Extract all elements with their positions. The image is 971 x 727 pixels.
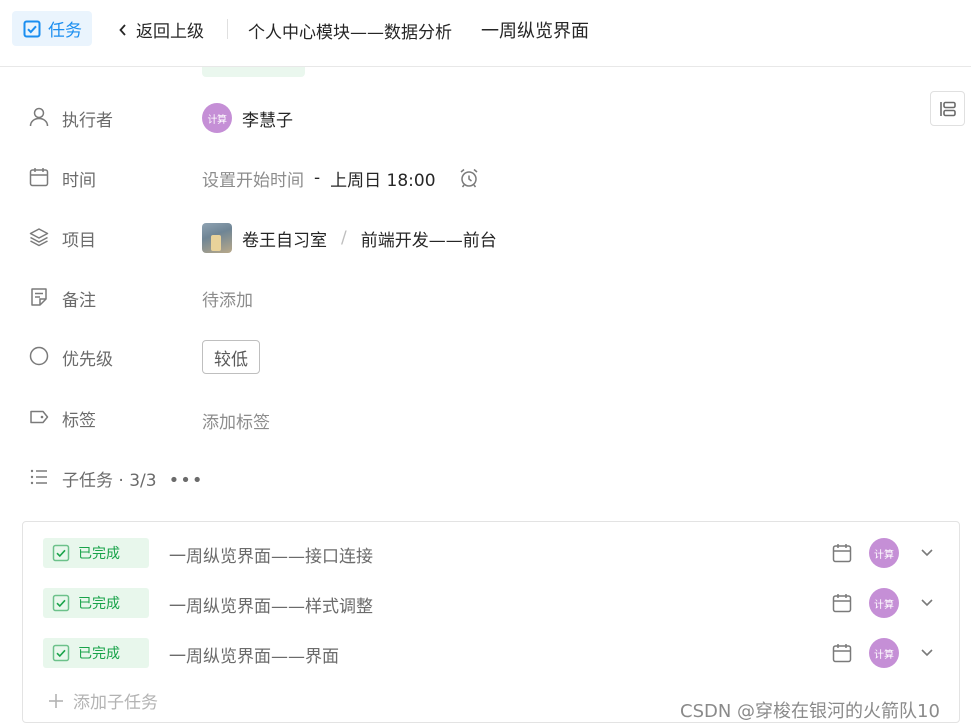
scrolled-status-badge xyxy=(202,67,305,77)
layers-icon xyxy=(28,226,50,248)
calendar-icon[interactable] xyxy=(831,642,853,668)
note-label: 备注 xyxy=(62,291,96,311)
project-value[interactable]: 卷王自习室 / 前端开发——前台 xyxy=(202,218,497,258)
priority-value: 较低 xyxy=(202,337,260,377)
alarm-clock-icon[interactable] xyxy=(458,167,480,189)
tag-icon xyxy=(28,406,50,428)
avatar[interactable]: 计算 xyxy=(869,538,899,568)
time-label: 时间 xyxy=(62,171,96,191)
subtask-title[interactable]: 一周纵览界面——样式调整 xyxy=(169,592,373,617)
note-icon xyxy=(28,286,50,308)
project-row: 项目 卷王自习室 / 前端开发——前台 xyxy=(0,218,920,258)
layout-toggle-button[interactable] xyxy=(930,91,965,126)
priority-circle-icon xyxy=(28,345,50,367)
time-value: 设置开始时间 - 上周日 18:00 xyxy=(202,158,480,198)
panel-layout-icon xyxy=(939,101,956,116)
assignee-label: 执行者 xyxy=(62,111,113,131)
chevron-down-icon[interactable] xyxy=(919,594,935,614)
check-square-icon xyxy=(52,544,70,562)
avatar: 计算 xyxy=(202,103,232,133)
status-label: 已完成 xyxy=(78,596,120,612)
tags-label: 标签 xyxy=(62,411,96,431)
status-badge[interactable]: 已完成 xyxy=(43,638,149,668)
calendar-icon[interactable] xyxy=(831,592,853,618)
check-square-icon xyxy=(52,594,70,612)
subtask-list: 已完成 一周纵览界面——接口连接 计算 已完成 一周纵览界面——样式调整 计算 … xyxy=(22,521,960,723)
note-placeholder: 待添加 xyxy=(202,290,253,311)
tags-row: 标签 添加标签 xyxy=(0,398,920,438)
note-row: 备注 待添加 xyxy=(0,278,920,318)
priority-row: 优先级 较低 xyxy=(0,337,920,377)
time-separator: - xyxy=(314,168,321,188)
subtask-title[interactable]: 一周纵览界面——接口连接 xyxy=(169,542,373,567)
watermark: CSDN @穿梭在银河的火箭队10 xyxy=(680,701,940,722)
assignee-name: 李慧子 xyxy=(242,110,293,131)
calendar-icon[interactable] xyxy=(831,542,853,568)
add-subtask-button[interactable]: 添加子任务 xyxy=(47,688,158,713)
task-type-label: 任务 xyxy=(48,21,82,41)
start-time-field[interactable]: 设置开始时间 xyxy=(202,166,304,191)
check-square-icon xyxy=(52,644,70,662)
project-name[interactable]: 卷王自习室 xyxy=(242,226,327,251)
task-checkbox-icon xyxy=(23,20,41,37)
calendar-icon xyxy=(28,166,50,188)
list-icon xyxy=(28,466,50,488)
list-item[interactable]: 已完成 一周纵览界面——样式调整 计算 xyxy=(23,583,959,623)
note-value[interactable]: 待添加 xyxy=(202,278,253,318)
chevron-down-icon[interactable] xyxy=(919,544,935,564)
list-item[interactable]: 已完成 一周纵览界面——界面 计算 xyxy=(23,633,959,673)
subtask-title[interactable]: 一周纵览界面——界面 xyxy=(169,642,339,667)
more-options-icon[interactable]: ••• xyxy=(169,470,204,491)
back-label: 返回上级 xyxy=(136,22,204,42)
add-subtask-label: 添加子任务 xyxy=(73,693,158,713)
parent-task-breadcrumb[interactable]: 个人中心模块——数据分析 xyxy=(248,18,452,43)
status-label: 已完成 xyxy=(78,646,120,662)
priority-label: 优先级 xyxy=(62,350,113,370)
path-separator: / xyxy=(341,228,347,248)
status-badge[interactable]: 已完成 xyxy=(43,588,149,618)
due-time-field[interactable]: 上周日 18:00 xyxy=(330,166,435,191)
plus-icon xyxy=(49,693,63,708)
task-type-tag[interactable]: 任务 xyxy=(12,11,92,46)
task-title[interactable]: 一周纵览界面 xyxy=(481,17,589,43)
subtasks-count: 子任务 · 3/3 xyxy=(62,471,157,491)
time-row: 时间 设置开始时间 - 上周日 18:00 xyxy=(0,158,920,198)
subtasks-row: 子任务 · 3/3 ••• xyxy=(0,458,920,498)
add-tag-placeholder: 添加标签 xyxy=(202,412,270,433)
chevron-left-icon xyxy=(119,23,126,36)
avatar[interactable]: 计算 xyxy=(869,638,899,668)
subtasks-label: 子任务 · 3/3 ••• xyxy=(62,466,203,491)
status-label: 已完成 xyxy=(78,546,120,562)
priority-select[interactable]: 较低 xyxy=(202,340,260,374)
chevron-down-icon[interactable] xyxy=(919,644,935,664)
task-detail-header: 任务 返回上级 个人中心模块——数据分析 一周纵览界面 xyxy=(0,0,971,67)
back-button[interactable]: 返回上级 xyxy=(118,17,204,42)
project-thumbnail xyxy=(202,223,232,253)
header-divider xyxy=(227,19,228,39)
assignee-value[interactable]: 计算 李慧子 xyxy=(202,98,293,138)
project-label: 项目 xyxy=(62,231,96,251)
status-badge[interactable]: 已完成 xyxy=(43,538,149,568)
task-list-name[interactable]: 前端开发——前台 xyxy=(361,226,497,251)
assignee-row: 执行者 计算 李慧子 xyxy=(0,98,920,138)
list-item[interactable]: 已完成 一周纵览界面——接口连接 计算 xyxy=(23,533,959,573)
user-icon xyxy=(28,106,50,128)
tags-value[interactable]: 添加标签 xyxy=(202,400,270,440)
avatar[interactable]: 计算 xyxy=(869,588,899,618)
